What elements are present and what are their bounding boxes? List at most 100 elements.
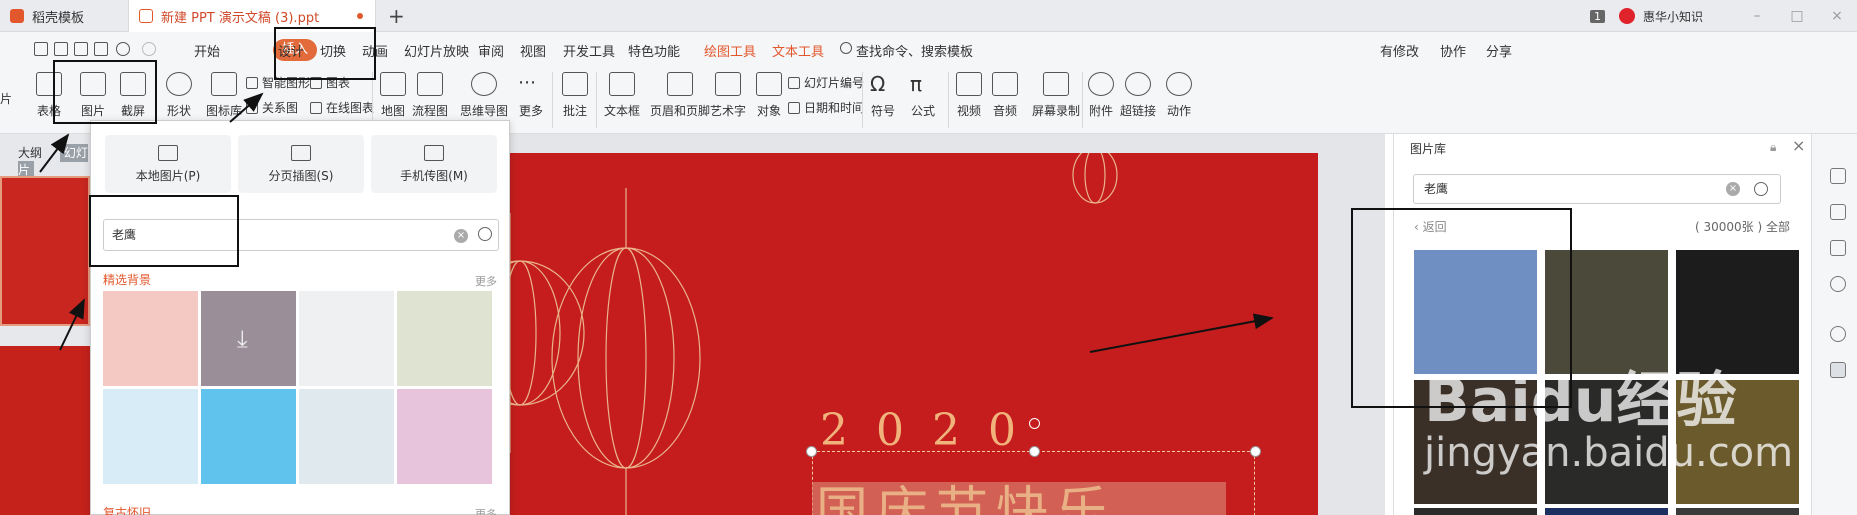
menu-view[interactable]: 视图: [520, 41, 546, 60]
changes-button[interactable]: 有修改: [1380, 41, 1419, 60]
tab-template[interactable]: 稻壳模板: [0, 0, 128, 32]
background-thumbnail[interactable]: ⤓: [201, 291, 296, 386]
minimize-button[interactable]: –: [1737, 8, 1777, 24]
question-icon[interactable]: [1830, 326, 1846, 342]
smartart-icon: [246, 76, 258, 89]
annotation-box: [89, 195, 239, 267]
search-icon[interactable]: [1754, 182, 1768, 196]
transition-icon[interactable]: [1830, 240, 1846, 256]
window-count-badge[interactable]: 1: [1589, 9, 1605, 23]
local-picture-button[interactable]: 本地图片(P): [105, 135, 231, 193]
header-footer-button[interactable]: 页眉和页脚: [650, 72, 710, 119]
hyperlink-button[interactable]: 超链接: [1120, 72, 1156, 119]
slide-title[interactable]: 国庆节快乐: [816, 484, 1116, 515]
share-button[interactable]: 分享: [1486, 41, 1512, 60]
map-button[interactable]: 地图: [380, 72, 406, 119]
redo-icon[interactable]: [142, 42, 156, 56]
background-thumbnail[interactable]: [397, 389, 492, 484]
menu-devtools[interactable]: 开发工具: [563, 41, 615, 60]
comment-button[interactable]: 批注: [562, 72, 588, 119]
action-button[interactable]: 动作: [1166, 72, 1192, 119]
clear-icon[interactable]: ×: [454, 229, 468, 243]
settings-icon[interactable]: [1830, 168, 1846, 184]
collaborate-button[interactable]: 协作: [1440, 41, 1466, 60]
more-dots-icon: ⋯: [518, 72, 536, 93]
undo-icon[interactable]: [116, 42, 130, 56]
search-icon[interactable]: [840, 42, 852, 54]
command-search[interactable]: 查找命令、搜索模板: [856, 41, 973, 60]
online-chart-button[interactable]: 在线图表: [310, 99, 374, 116]
help-icon[interactable]: [1830, 276, 1846, 292]
wordart-button[interactable]: 艺术字: [710, 72, 746, 119]
background-thumbnail[interactable]: [299, 291, 394, 386]
symbol-button[interactable]: Ω 符号: [870, 72, 896, 119]
formula-button[interactable]: π 公式: [910, 72, 936, 119]
clear-icon[interactable]: ×: [1726, 182, 1740, 196]
menu-review[interactable]: 审阅: [478, 41, 504, 60]
pi-icon: π: [910, 72, 923, 96]
format-painter-icon[interactable]: [54, 42, 68, 56]
date-time-button[interactable]: 日期和时间: [788, 99, 864, 116]
eagle-image[interactable]: [1545, 508, 1668, 515]
background-thumbnail[interactable]: [397, 291, 492, 386]
menu-drawing-tools[interactable]: 绘图工具: [704, 41, 756, 60]
textbox-button[interactable]: 文本框: [604, 72, 640, 119]
eagle-image[interactable]: [1414, 508, 1537, 515]
search-icon[interactable]: [478, 227, 492, 241]
background-thumbnail[interactable]: [299, 389, 394, 484]
attachment-button[interactable]: 附件: [1088, 72, 1114, 119]
close-icon[interactable]: ×: [1792, 136, 1805, 155]
flowchart-button[interactable]: 流程图: [412, 72, 448, 119]
user-name[interactable]: 惠华小知识: [1643, 8, 1703, 25]
background-thumbnail[interactable]: [103, 291, 198, 386]
divider: [948, 72, 949, 128]
animation-icon[interactable]: [1830, 204, 1846, 220]
resize-handle[interactable]: [1250, 446, 1261, 457]
avatar[interactable]: [1618, 8, 1635, 24]
background-thumbnail[interactable]: [103, 389, 198, 484]
slide-thumbnail-pane: 大纲 幻灯片: [0, 134, 90, 515]
slide-thumbnail[interactable]: [0, 346, 90, 515]
maximize-button[interactable]: □: [1777, 8, 1817, 24]
print-preview-icon[interactable]: [94, 42, 108, 56]
picture-library-icon[interactable]: [1830, 362, 1846, 378]
close-button[interactable]: ×: [1817, 8, 1857, 24]
screen-record-button[interactable]: 屏幕录制: [1032, 72, 1080, 119]
more-link[interactable]: 更多: [475, 273, 497, 289]
tab-label: 稻壳模板: [32, 10, 85, 26]
icon-library-button[interactable]: 图标库: [206, 72, 242, 119]
mindmap-button[interactable]: 思维导图: [460, 72, 508, 119]
lock-icon[interactable]: 🔒︎: [1770, 140, 1776, 155]
tab-outline[interactable]: 大纲: [18, 146, 42, 160]
wordart-icon: [715, 72, 741, 96]
video-button[interactable]: 视频: [956, 72, 982, 119]
omega-icon: Ω: [870, 72, 886, 96]
new-tab-plus-icon[interactable]: +: [388, 4, 405, 28]
object-icon: [756, 72, 782, 96]
pane-tabs: 大纲 幻灯片: [18, 144, 90, 179]
filter-all[interactable]: 全部: [1766, 218, 1790, 235]
pane-title[interactable]: 图片库: [1410, 140, 1446, 157]
audio-button[interactable]: 音频: [992, 72, 1018, 119]
library-search-input[interactable]: 老鹰 ×: [1413, 174, 1781, 204]
shape-button[interactable]: 形状: [166, 72, 192, 119]
slide-thumbnail[interactable]: [0, 176, 90, 326]
paged-illustration-button[interactable]: 分页插图(S): [238, 135, 364, 193]
menu-features[interactable]: 特色功能: [628, 41, 680, 60]
annotation-box: [53, 60, 157, 124]
eagle-image[interactable]: [1676, 508, 1799, 515]
resize-handle[interactable]: [806, 446, 817, 457]
more-link[interactable]: 更多: [475, 506, 497, 515]
background-thumbnail[interactable]: [201, 389, 296, 484]
phone-picture-icon: [424, 144, 444, 161]
menu-slideshow[interactable]: 幻灯片放映: [404, 41, 469, 60]
menu-text-tools[interactable]: 文本工具: [772, 41, 824, 60]
object-button[interactable]: 对象: [756, 72, 782, 119]
more-button[interactable]: ⋯ 更多: [518, 72, 544, 119]
phone-upload-button[interactable]: 手机传图(M): [371, 135, 497, 193]
relation-chart-button[interactable]: 关系图: [246, 99, 298, 116]
slide-number-button[interactable]: 幻灯片编号: [788, 74, 864, 91]
print-icon[interactable]: [74, 42, 88, 56]
save-icon[interactable]: [34, 42, 48, 56]
menu-home[interactable]: 开始: [194, 41, 220, 60]
